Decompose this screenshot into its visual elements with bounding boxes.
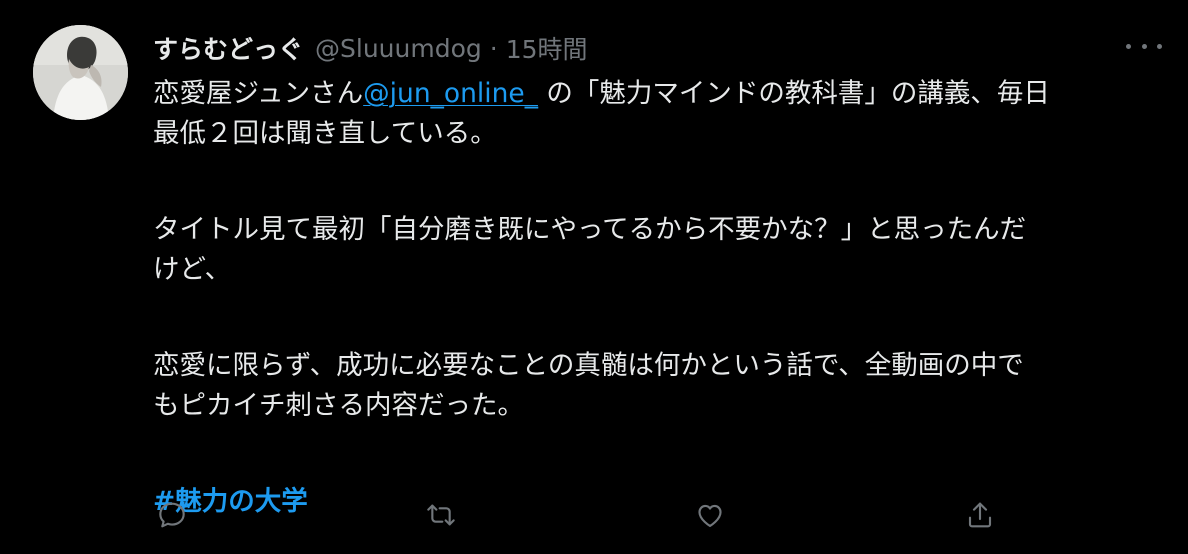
share-button[interactable]	[961, 496, 999, 534]
avatar[interactable]	[33, 25, 128, 120]
tweet[interactable]: すらむどっぐ @Sluuumdog · 15時間 恋愛屋ジュンさん@jun_on…	[0, 0, 1188, 554]
share-icon	[968, 502, 992, 528]
tweet-text-line: タイトル見て最初「自分磨き既にやってるから不要かな？」と思ったんだ	[153, 214, 1027, 245]
author-display-name[interactable]: すらむどっぐ	[153, 30, 303, 66]
retweet-button[interactable]	[422, 496, 460, 534]
retweet-icon	[427, 504, 455, 526]
more-dot	[1141, 43, 1147, 49]
tweet-text-line: けど、	[153, 254, 232, 285]
more-horizontal-icon[interactable]	[1126, 36, 1162, 56]
tweet-text-line: 恋愛屋ジュンさん@jun_online_ の「魅力マインドの教科書」の講義、毎日	[153, 74, 1148, 114]
like-button[interactable]	[691, 496, 729, 534]
separator-dot: ·	[489, 33, 498, 63]
tweet-text-line: もピカイチ刺さる内容だった。	[153, 390, 524, 421]
text-segment: の「魅力マインドの教科書」の講義、毎日	[537, 78, 1050, 109]
tweet-timestamp[interactable]: 15時間	[506, 30, 588, 66]
tweet-text: 恋愛屋ジュンさん@jun_online_ の「魅力マインドの教科書」の講義、毎日…	[153, 74, 1148, 522]
tweet-text-line: 最低２回は聞き直している。	[153, 118, 497, 149]
more-dot	[1126, 43, 1131, 49]
tweet-actions	[153, 496, 1003, 534]
text-segment: 恋愛屋ジュンさん	[153, 78, 364, 109]
tweet-header: すらむどっぐ @Sluuumdog · 15時間	[153, 28, 588, 68]
reply-icon	[159, 502, 185, 528]
tweet-text-line: 恋愛に限らず、成功に必要なことの真髄は何かという話で、全動画の中で	[153, 350, 1024, 381]
heart-icon	[698, 504, 722, 527]
author-handle[interactable]: @Sluuumdog	[315, 34, 482, 63]
mention-link[interactable]: @jun_online_	[363, 78, 538, 109]
reply-button[interactable]	[153, 496, 191, 534]
more-dot	[1157, 43, 1162, 49]
